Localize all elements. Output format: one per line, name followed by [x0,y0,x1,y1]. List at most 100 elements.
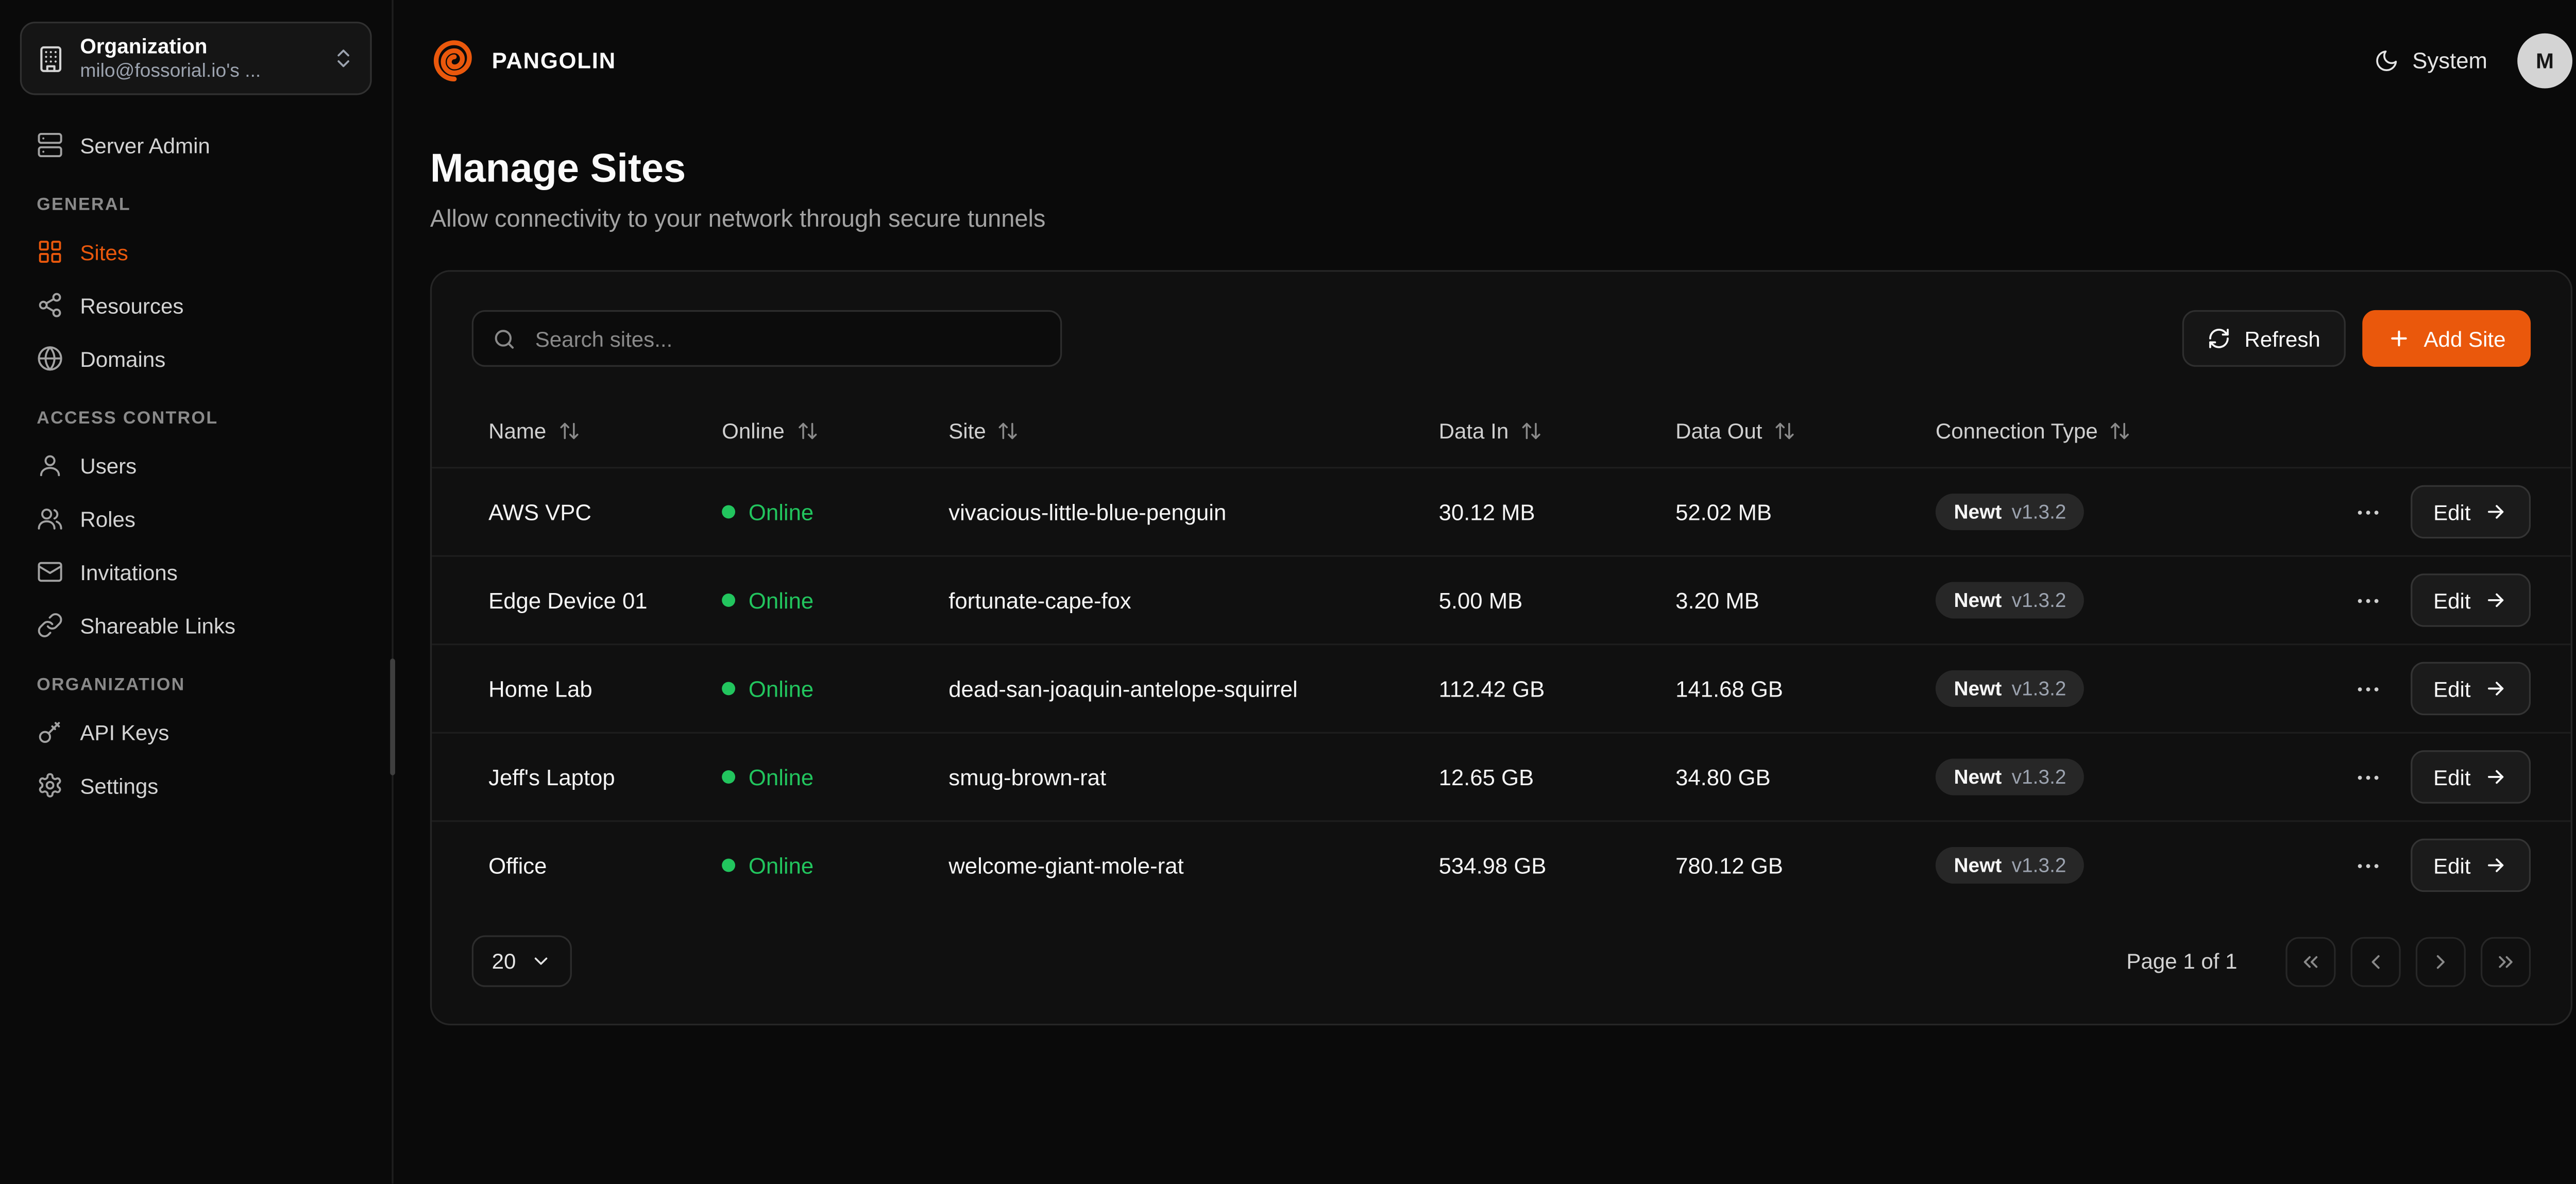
sidebar-item-label: Settings [80,773,158,798]
online-label: Online [749,499,814,525]
edit-button[interactable]: Edit [2410,662,2531,716]
row-menu-button[interactable] [2347,668,2388,709]
org-selector[interactable]: Organization milo@fossorial.io's ... [20,22,372,95]
online-dot-icon [722,682,735,695]
sites-toolbar: Refresh Add Site [432,272,2571,393]
sidebar-item-roles[interactable]: Roles [20,492,372,546]
column-header-online[interactable]: Online [705,418,932,443]
add-site-button[interactable]: Add Site [2362,310,2531,367]
sidebar-item-domains[interactable]: Domains [20,332,372,385]
row-actions: Edit [2314,662,2531,716]
ellipsis-icon [2353,763,2382,791]
ellipsis-icon [2353,586,2382,614]
row-menu-button[interactable] [2347,491,2388,533]
app-window: Organization milo@fossorial.io's ... Ser… [0,0,2576,1183]
connection-type-cell: Newt v1.3.2 [1919,847,2314,884]
page-title: Manage Sites [430,147,2572,194]
sidebar-item-settings[interactable]: Settings [20,758,372,812]
site-name-cell: AWS VPC [472,499,705,525]
brand: PANGOLIN [430,36,616,84]
connection-type-cell: Newt v1.3.2 [1919,670,2314,707]
sidebar-scrollbar[interactable] [390,658,395,775]
site-name-cell: Office [472,853,705,878]
sidebar-nav: Server Admin GENERAL Sites Resources Dom [20,119,372,812]
connection-name: Newt [1954,677,2002,700]
last-page-button[interactable] [2481,936,2531,986]
page-size-value: 20 [492,949,516,974]
chevron-down-icon [531,950,553,972]
column-label: Online [722,418,785,443]
sidebar-item-label: Shareable Links [80,613,235,638]
edit-label: Edit [2433,676,2471,701]
edit-button[interactable]: Edit [2410,573,2531,627]
sidebar-item-invitations[interactable]: Invitations [20,545,372,599]
moon-icon [2374,47,2399,73]
connection-name: Newt [1954,500,2002,523]
data-out-cell: 34.80 GB [1659,765,1919,790]
theme-toggle-button[interactable]: System [2374,47,2487,73]
edit-label: Edit [2433,853,2471,878]
online-label: Online [749,853,814,878]
edit-button[interactable]: Edit [2410,839,2531,892]
site-status-cell: Online [705,588,932,613]
sites-grid-icon [37,239,63,265]
content: Manage Sites Allow connectivity to your … [394,120,2576,1025]
site-status-cell: Online [705,676,932,701]
section-label-organization: ORGANIZATION [37,675,355,696]
connection-version: v1.3.2 [2012,854,2066,877]
sidebar-item-server-admin[interactable]: Server Admin [20,119,372,172]
row-menu-button[interactable] [2347,844,2388,886]
pager: Page 1 of 1 [2126,936,2531,986]
sort-icon [2110,419,2131,441]
table-header: Name Online Site Data In [432,394,2571,467]
ellipsis-icon [2353,674,2382,703]
sort-icon [1520,419,1542,441]
column-header-site[interactable]: Site [932,418,1422,443]
edit-button[interactable]: Edit [2410,485,2531,539]
table-body: AWS VPC Online vivacious-little-blue-pen… [432,467,2571,909]
column-header-data-in[interactable]: Data In [1422,418,1658,443]
main-area: PANGOLIN System M Manage Sites Allow con… [394,0,2576,1183]
data-out-cell: 3.20 MB [1659,588,1919,613]
theme-toggle-label: System [2412,47,2487,73]
data-out-cell: 52.02 MB [1659,499,1919,525]
site-tunnel-cell: dead-san-joaquin-antelope-squirrel [932,676,1422,701]
edit-label: Edit [2433,765,2471,790]
column-label: Name [488,418,546,443]
page-size-select[interactable]: 20 [472,935,573,987]
column-header-connection-type[interactable]: Connection Type [1919,418,2314,443]
row-menu-button[interactable] [2347,579,2388,621]
column-header-name[interactable]: Name [472,418,705,443]
sidebar-item-sites[interactable]: Sites [20,225,372,279]
sidebar-item-label: Users [80,453,137,478]
ellipsis-icon [2353,498,2382,526]
edit-button[interactable]: Edit [2410,750,2531,804]
plus-icon [2387,327,2410,350]
sites-card: Refresh Add Site Name [430,270,2572,1025]
row-menu-button[interactable] [2347,756,2388,798]
sidebar-item-resources[interactable]: Resources [20,278,372,332]
refresh-icon [2208,327,2231,350]
refresh-button[interactable]: Refresh [2183,310,2346,367]
brand-name: PANGOLIN [492,47,616,73]
next-page-button[interactable] [2416,936,2466,986]
table-row: Jeff's Laptop Online smug-brown-rat 12.6… [432,732,2571,821]
site-tunnel-cell: welcome-giant-mole-rat [932,853,1422,878]
search-icon [492,326,517,351]
column-header-data-out[interactable]: Data Out [1659,418,1919,443]
table-row: AWS VPC Online vivacious-little-blue-pen… [432,467,2571,555]
edit-label: Edit [2433,588,2471,613]
connection-name: Newt [1954,765,2002,788]
sidebar-item-users[interactable]: Users [20,438,372,492]
first-page-button[interactable] [2285,936,2335,986]
connection-type-cell: Newt v1.3.2 [1919,494,2314,530]
sidebar-item-api-keys[interactable]: API Keys [20,705,372,759]
data-in-cell: 30.12 MB [1422,499,1658,525]
sidebar-item-shareable-links[interactable]: Shareable Links [20,599,372,652]
avatar[interactable]: M [2517,32,2572,88]
search-input[interactable] [532,324,1042,352]
sort-icon [796,419,818,441]
link-icon [37,612,63,639]
previous-page-button[interactable] [2351,936,2401,986]
resources-nodes-icon [37,292,63,318]
